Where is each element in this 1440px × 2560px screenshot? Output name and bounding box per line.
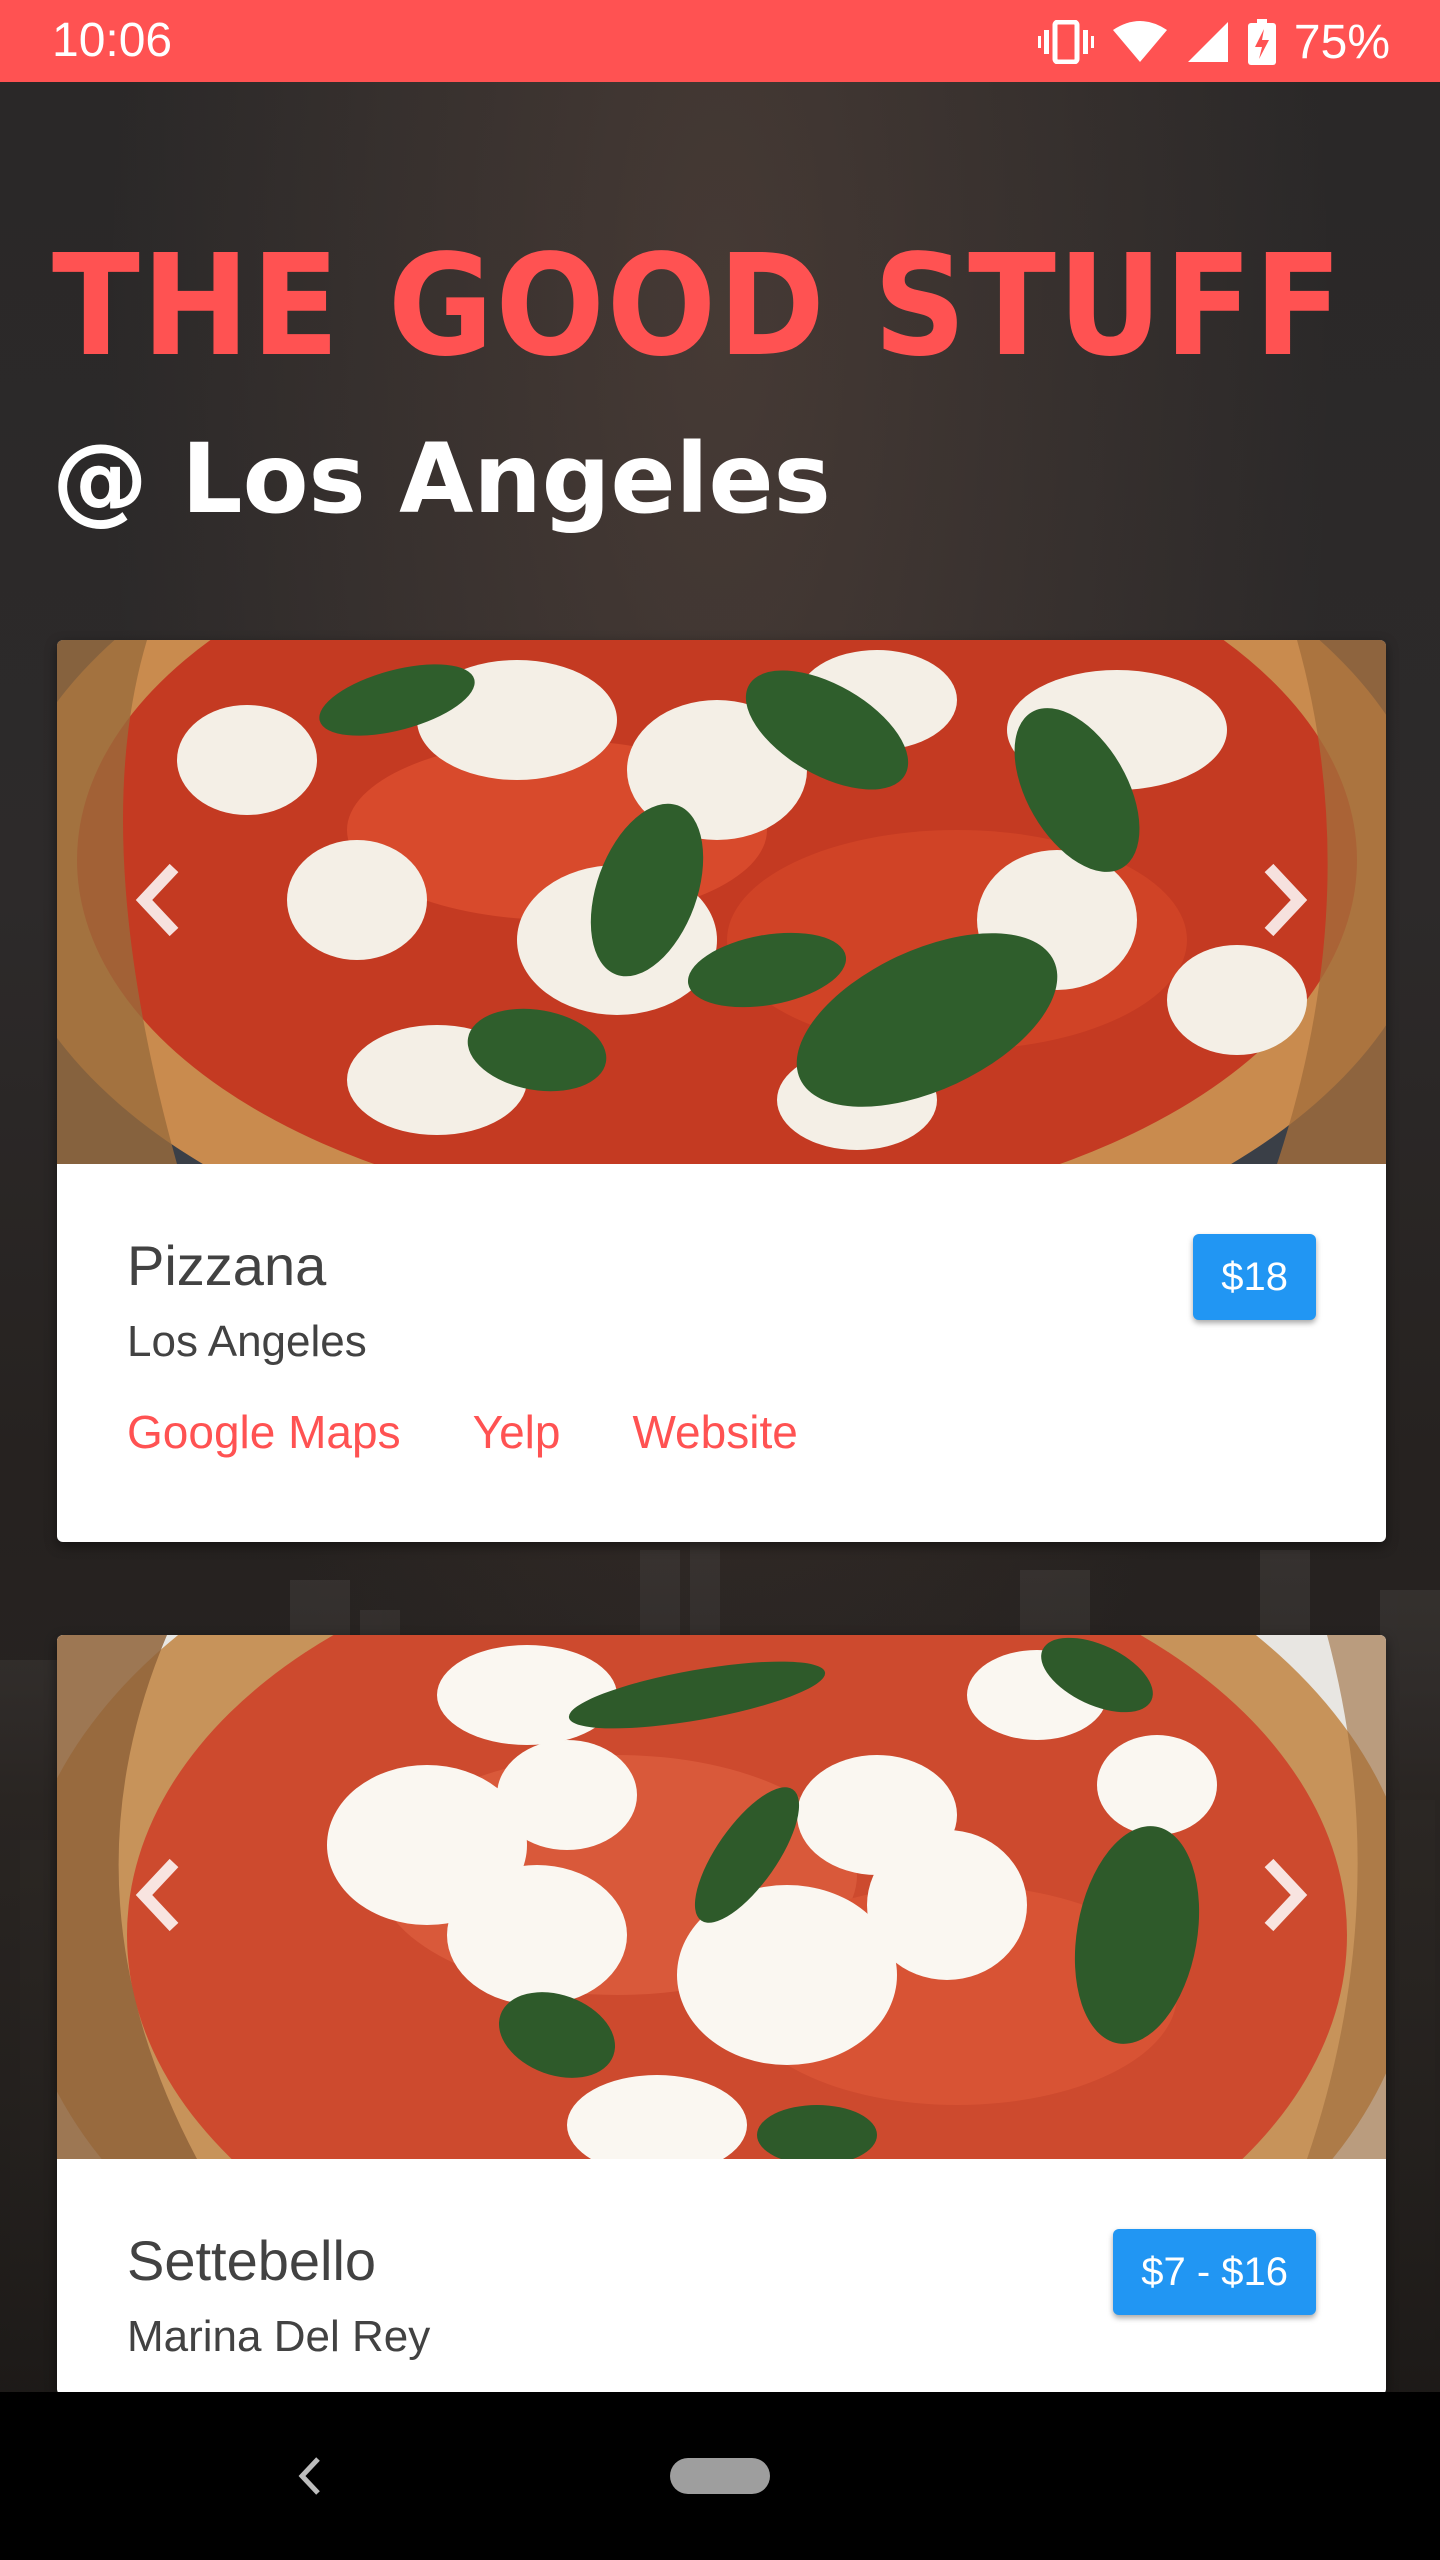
cell-signal-icon bbox=[1186, 20, 1230, 64]
restaurant-card: Settebello Marina Del Rey $7 - $16 bbox=[57, 1635, 1386, 2395]
status-time: 10:06 bbox=[52, 14, 173, 67]
status-icons: 75% bbox=[1037, 12, 1390, 72]
restaurant-links: Google Maps Yelp Website bbox=[127, 1404, 798, 1460]
carousel-prev-button[interactable] bbox=[105, 1835, 215, 1955]
restaurant-location: Marina Del Rey bbox=[127, 2312, 431, 2361]
battery-charging-icon bbox=[1247, 19, 1276, 65]
yelp-link[interactable]: Yelp bbox=[473, 1404, 561, 1460]
pizza-photo bbox=[57, 1635, 1386, 2159]
chevron-right-icon bbox=[1264, 1858, 1308, 1932]
back-icon bbox=[298, 2457, 320, 2495]
chevron-right-icon bbox=[1264, 863, 1308, 937]
chevron-left-icon bbox=[135, 1858, 179, 1932]
restaurant-photo-carousel bbox=[57, 1635, 1386, 2159]
restaurant-location: Los Angeles bbox=[127, 1317, 367, 1366]
restaurant-name: Pizzana bbox=[127, 1234, 327, 1297]
price-badge: $18 bbox=[1193, 1234, 1316, 1320]
battery-percent: 75% bbox=[1293, 15, 1390, 69]
price-badge: $7 - $16 bbox=[1113, 2229, 1316, 2315]
restaurant-photo-carousel bbox=[57, 640, 1386, 1164]
restaurant-card: Pizzana Los Angeles Google Maps Yelp Web… bbox=[57, 640, 1386, 1542]
pizza-photo bbox=[57, 640, 1386, 1164]
website-link[interactable]: Website bbox=[632, 1404, 797, 1460]
google-maps-link[interactable]: Google Maps bbox=[127, 1404, 401, 1460]
status-bar: 10:06 75% bbox=[0, 0, 1440, 82]
vibrate-icon bbox=[1037, 20, 1094, 64]
chevron-left-icon bbox=[135, 863, 179, 937]
back-button[interactable] bbox=[270, 2436, 350, 2516]
restaurant-name: Settebello bbox=[127, 2229, 377, 2292]
system-nav-bar bbox=[0, 2392, 1440, 2560]
carousel-next-button[interactable] bbox=[1228, 1835, 1338, 1955]
carousel-next-button[interactable] bbox=[1228, 840, 1338, 960]
home-pill-button[interactable] bbox=[670, 2458, 770, 2494]
wifi-icon bbox=[1112, 20, 1168, 64]
city-subtitle: @ Los Angeles bbox=[52, 423, 831, 535]
carousel-prev-button[interactable] bbox=[105, 840, 215, 960]
app-title: THE GOOD STUFF bbox=[52, 225, 1344, 388]
